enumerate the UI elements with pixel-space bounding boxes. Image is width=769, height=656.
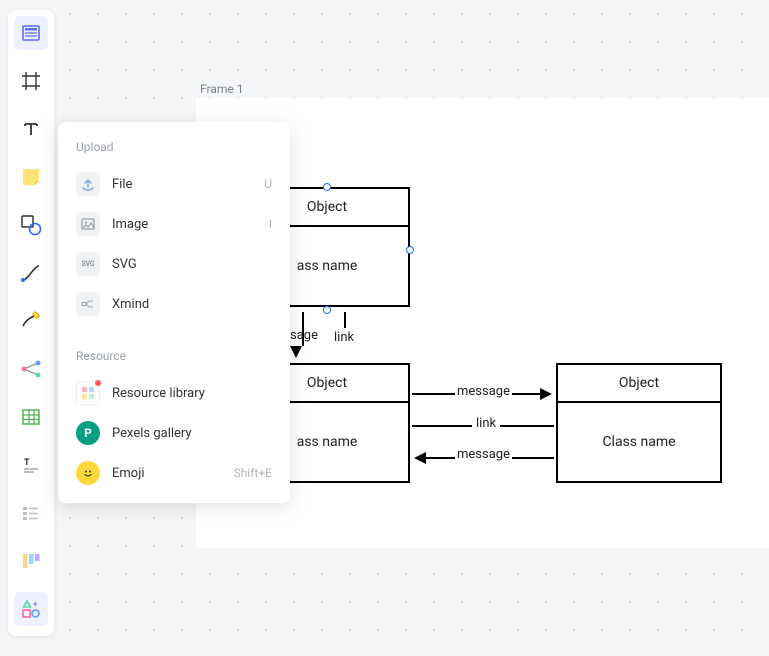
uml-object-3[interactable]: Object Class name [556,363,722,483]
pen-tool[interactable] [14,304,48,338]
left-toolbar: T + [8,10,54,636]
uml-object-3-body: Class name [558,403,720,481]
emoji-item[interactable]: Emoji Shift+E [58,453,290,493]
uml-object-3-title: Object [558,365,720,403]
frame-tool[interactable] [14,64,48,98]
templates-icon [21,23,41,43]
upload-file-label: File [112,177,252,192]
shape-tool[interactable] [14,208,48,242]
text-tool[interactable] [14,112,48,146]
svg-text:T: T [24,458,30,468]
pexels-icon: P [76,421,100,445]
image-icon [76,212,100,236]
frame-icon [21,71,41,91]
message-label-2[interactable]: message [455,384,512,399]
pexels-gallery-label: Pexels gallery [112,426,272,441]
mindmap-icon [20,358,42,380]
more-shapes-tool[interactable]: + [14,592,48,626]
text-block-icon: T [21,455,41,475]
emoji-shortcut: Shift+E [234,466,272,480]
kanban-icon [21,551,41,571]
upload-svg-label: SVG [112,257,272,272]
pexels-gallery-item[interactable]: P Pexels gallery [58,413,290,453]
resource-library-item[interactable]: Resource library [58,373,290,413]
emoji-icon [76,461,100,485]
arrow-head-right [540,388,552,400]
upload-xmind-item[interactable]: Xmind [58,284,290,324]
mindmap-tool[interactable] [14,352,48,386]
shape-icon [20,214,42,236]
list-tool[interactable] [14,496,48,530]
svg-text:+: + [33,600,38,609]
new-badge-dot [95,380,101,386]
xmind-icon [76,292,100,316]
message-label-3[interactable]: message [455,447,512,462]
upload-section-title: Upload [58,136,290,164]
upload-xmind-label: Xmind [112,297,272,312]
text-block-tool[interactable]: T [14,448,48,482]
selection-handle[interactable] [406,246,414,254]
upload-image-item[interactable]: Image I [58,204,290,244]
upload-file-shortcut: U [264,177,272,191]
emoji-label: Emoji [112,466,222,481]
resource-library-icon [76,381,100,405]
kanban-tool[interactable] [14,544,48,578]
table-tool[interactable] [14,400,48,434]
flyout-divider [58,334,290,335]
selection-handle[interactable] [323,183,331,191]
file-upload-icon [76,172,100,196]
list-icon [21,503,41,523]
frame-label[interactable]: Frame 1 [200,82,243,96]
upload-flyout: Upload File U Image I SVG SVG Xmind Reso… [58,122,290,503]
sticky-note-icon [20,166,42,188]
upload-svg-item[interactable]: SVG SVG [58,244,290,284]
connector-v-1a [302,312,304,346]
sticky-note-tool[interactable] [14,160,48,194]
link-label-1[interactable]: link [334,330,354,345]
connector-tool[interactable] [14,256,48,290]
connector-v-1b [344,312,346,328]
upload-file-item[interactable]: File U [58,164,290,204]
svg-icon: SVG [76,252,100,276]
upload-image-label: Image [112,217,257,232]
arrow-head-down-left [290,346,302,358]
upload-image-shortcut: I [269,217,272,231]
more-shapes-icon: + [21,599,41,619]
selection-handle[interactable] [323,306,331,314]
resource-section-title: Resource [58,345,290,373]
templates-tool[interactable] [14,16,48,50]
connector-icon [20,262,42,284]
text-icon [21,119,41,139]
pen-icon [20,310,42,332]
link-label-2[interactable]: link [472,416,500,431]
resource-library-label: Resource library [112,386,272,401]
table-icon [21,407,41,427]
arrow-head-left [414,452,426,464]
